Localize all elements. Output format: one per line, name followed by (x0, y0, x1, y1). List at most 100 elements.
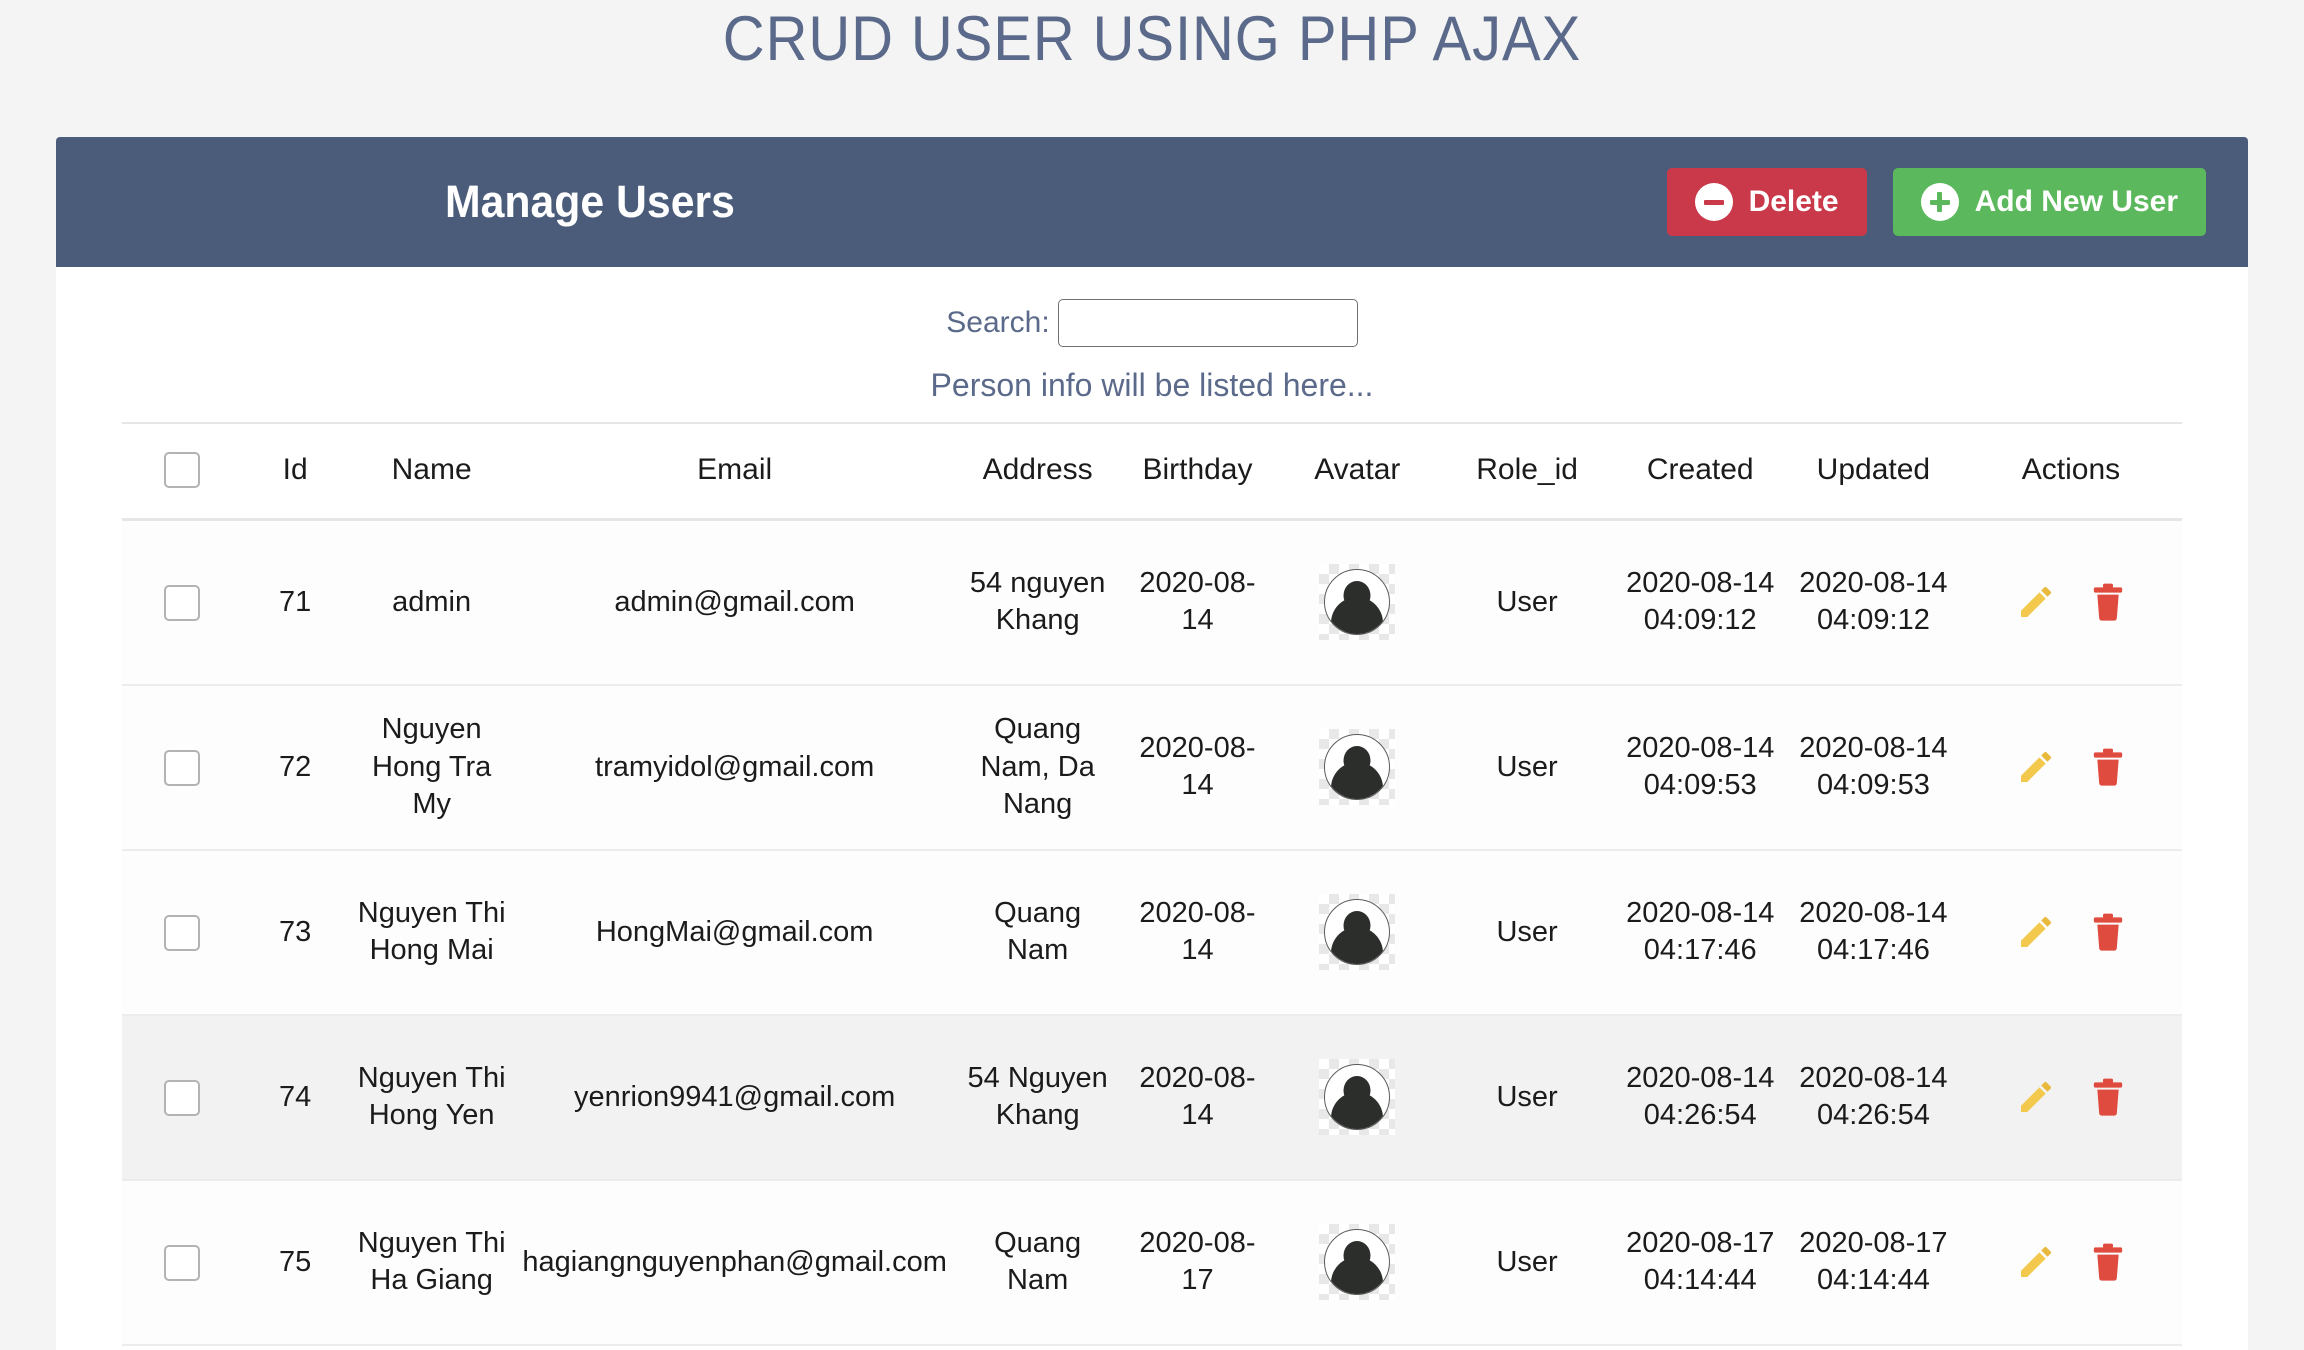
cell-role-id: User (1440, 849, 1614, 1016)
users-table: Id Name Email Address Birthday Avatar Ro… (122, 422, 2182, 1346)
search-label: Search: (946, 306, 1050, 339)
card-bottom (56, 1346, 2248, 1350)
pencil-icon (2020, 917, 2051, 948)
listing-note: Person info will be listed here... (930, 367, 1374, 403)
cell-id: 73 (241, 849, 349, 1016)
card-header-title: Manage Users (445, 176, 735, 227)
delete-row-button[interactable] (2090, 1077, 2126, 1117)
row-checkbox[interactable] (163, 1244, 200, 1281)
user-avatar-icon (1319, 564, 1396, 641)
table-row: 72 Nguyen Hong Tra My tramyidol@gmail.co… (122, 684, 2182, 851)
user-avatar-icon (1319, 1059, 1396, 1136)
cell-email: hagiangnguyenphan@gmail.com (514, 1179, 955, 1346)
pencil-icon (2020, 587, 2051, 618)
header-actions: Delete Add New User (1666, 168, 2206, 236)
cell-id: 75 (241, 1179, 349, 1346)
delete-button-label: Delete (1748, 185, 1839, 218)
cell-birthday: 2020-08-14 (1120, 1014, 1275, 1181)
row-checkbox[interactable] (163, 585, 200, 621)
cell-created: 2020-08-17 04:14:44 (1613, 1179, 1787, 1346)
th-birthday[interactable]: Birthday (1120, 422, 1275, 522)
plus-circle-icon (1920, 183, 1959, 221)
table-header-row: Id Name Email Address Birthday Avatar Ro… (122, 422, 2182, 522)
cell-role-id: User (1440, 519, 1614, 686)
edit-row-button[interactable] (2016, 582, 2056, 622)
cell-address: Quang Nam (954, 849, 1121, 1016)
cell-address: 54 Nguyen Khang (954, 1014, 1121, 1181)
cell-id: 72 (241, 684, 349, 851)
search-input[interactable] (1057, 299, 1358, 347)
delete-row-button[interactable] (2090, 582, 2126, 622)
select-all-checkbox[interactable] (163, 452, 200, 489)
cell-select (122, 684, 242, 851)
cell-role-id: User (1440, 1179, 1614, 1346)
cell-select (122, 1179, 242, 1346)
cell-avatar (1274, 1014, 1441, 1181)
cell-address: 54 nguyen Khang (954, 519, 1121, 686)
user-avatar-icon (1319, 729, 1396, 806)
cell-name: Nguyen Hong Tra My (348, 684, 515, 851)
trash-icon (2093, 1078, 2123, 1116)
edit-row-button[interactable] (2016, 1077, 2056, 1117)
cell-actions (1959, 1014, 2182, 1181)
trash-icon (2093, 748, 2123, 786)
th-id[interactable]: Id (241, 422, 349, 522)
th-name[interactable]: Name (348, 422, 515, 522)
cell-select (122, 849, 242, 1016)
edit-row-button[interactable] (2016, 1242, 2056, 1282)
delete-row-button[interactable] (2090, 747, 2126, 787)
row-checkbox[interactable] (163, 914, 200, 951)
cell-name: Nguyen Thi Ha Giang (348, 1179, 515, 1346)
table-row: 75 Nguyen Thi Ha Giang hagiangnguyenphan… (122, 1179, 2182, 1346)
th-role-id[interactable]: Role_id (1440, 422, 1614, 522)
users-table-body: 71 admin admin@gmail.com 54 nguyen Khang… (122, 519, 2182, 1346)
th-created[interactable]: Created (1613, 422, 1787, 522)
trash-icon (2093, 583, 2123, 621)
cell-email: yenrion9941@gmail.com (514, 1014, 955, 1181)
cell-birthday: 2020-08-14 (1120, 684, 1275, 851)
th-updated[interactable]: Updated (1786, 422, 1960, 522)
minus-circle-icon (1694, 183, 1733, 221)
cell-created: 2020-08-14 04:26:54 (1613, 1014, 1787, 1181)
cell-email: HongMai@gmail.com (514, 849, 955, 1016)
cell-updated: 2020-08-17 04:14:44 (1786, 1179, 1960, 1346)
edit-row-button[interactable] (2016, 747, 2056, 787)
cell-birthday: 2020-08-17 (1120, 1179, 1275, 1346)
cell-role-id: User (1440, 1014, 1614, 1181)
add-new-user-button-label: Add New User (1974, 185, 2178, 218)
cell-address: Quang Nam (954, 1179, 1121, 1346)
page-title: CRUD USER USING PHP AJAX (722, 4, 1582, 74)
user-avatar-icon (1319, 894, 1396, 971)
cell-id: 74 (241, 1014, 349, 1181)
delete-row-button[interactable] (2090, 1242, 2126, 1282)
th-select-all (122, 422, 242, 522)
th-avatar[interactable]: Avatar (1274, 422, 1441, 522)
delete-row-button[interactable] (2090, 912, 2126, 952)
cell-name: Nguyen Thi Hong Mai (348, 849, 515, 1016)
cell-email: admin@gmail.com (514, 519, 955, 686)
row-checkbox[interactable] (163, 749, 200, 786)
cell-actions (1959, 849, 2182, 1016)
edit-row-button[interactable] (2016, 912, 2056, 952)
th-actions: Actions (1959, 422, 2182, 522)
th-email[interactable]: Email (514, 422, 955, 522)
card-header: Manage Users Delete Add New User (56, 137, 2248, 267)
trash-icon (2093, 1243, 2123, 1281)
th-address[interactable]: Address (954, 422, 1121, 522)
row-checkbox[interactable] (163, 1079, 200, 1116)
delete-button[interactable]: Delete (1666, 168, 1867, 236)
manage-users-card: Manage Users Delete Add New User Search:… (56, 137, 2248, 1350)
cell-select (122, 1014, 242, 1181)
user-avatar-icon (1319, 1224, 1396, 1301)
search-row: Search: (56, 267, 2248, 353)
cell-role-id: User (1440, 684, 1614, 851)
cell-actions (1959, 1179, 2182, 1346)
cell-id: 71 (241, 519, 349, 686)
cell-email: tramyidol@gmail.com (514, 684, 955, 851)
cell-updated: 2020-08-14 04:17:46 (1786, 849, 1960, 1016)
table-row: 73 Nguyen Thi Hong Mai HongMai@gmail.com… (122, 849, 2182, 1016)
add-new-user-button[interactable]: Add New User (1892, 168, 2206, 236)
cell-name: Nguyen Thi Hong Yen (348, 1014, 515, 1181)
cell-actions (1959, 684, 2182, 851)
cell-name: admin (348, 519, 515, 686)
